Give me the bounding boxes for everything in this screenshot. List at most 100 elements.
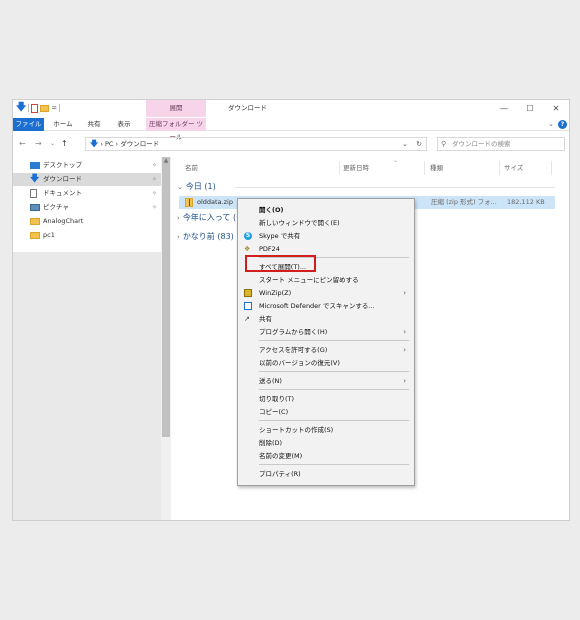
nav-item-documents[interactable]: ドキュメント ✧ [13, 187, 161, 200]
forward-arrow-icon[interactable]: → [35, 135, 42, 152]
group-header-today[interactable]: ⌄ 今日 (1) [177, 181, 216, 193]
recent-locations-icon[interactable]: ⌄ [50, 135, 55, 152]
refresh-icon[interactable]: ↻ [416, 138, 422, 150]
nav-item-desktop[interactable]: デスクトップ ✧ [13, 159, 161, 172]
ribbon-expand-icon[interactable]: ⌄ [548, 118, 554, 131]
column-header-size[interactable]: サイズ [504, 161, 523, 175]
submenu-arrow-icon: › [403, 289, 406, 297]
breadcrumb-pc[interactable]: PC [105, 140, 113, 148]
column-divider[interactable] [339, 161, 340, 175]
nav-item-pictures[interactable]: ピクチャ ✧ [13, 201, 161, 214]
context-tab-header: 展開 [146, 100, 206, 117]
column-divider[interactable] [424, 161, 425, 175]
menu-item-label: WinZip(Z) [259, 289, 292, 297]
tab-view[interactable]: 表示 [113, 118, 135, 131]
nav-scrollbar-thumb[interactable] [162, 157, 170, 437]
column-divider[interactable] [551, 161, 552, 175]
menu-item-cut[interactable]: 切り取り(T) [238, 393, 414, 405]
tab-share[interactable]: 共有 [84, 118, 104, 131]
file-type: 圧縮 (zip 形式) フォ... [431, 198, 497, 206]
title-bar: 🡇 = 展開 ダウンロード — ☐ ✕ [13, 100, 569, 117]
menu-item-pin-start[interactable]: スタート メニューにピン留めする [238, 274, 414, 286]
nav-scrollbar[interactable]: ▲ [161, 157, 171, 520]
document-icon [30, 189, 37, 198]
expand-chevron-icon: › [177, 233, 180, 241]
menu-item-share[interactable]: ↗ 共有 [238, 313, 414, 325]
submenu-arrow-icon: › [403, 377, 406, 385]
breadcrumb-downloads[interactable]: ダウンロード [120, 140, 159, 148]
menu-item-open[interactable]: 開く(O) [238, 204, 414, 216]
nav-pane-empty-area [13, 252, 161, 520]
pin-icon: ✧ [151, 204, 157, 211]
menu-item-give-access[interactable]: アクセスを許可する(G) › [238, 344, 414, 356]
back-arrow-icon[interactable]: ← [19, 135, 26, 152]
search-icon: ⚲ [441, 140, 447, 148]
column-divider[interactable] [499, 161, 500, 175]
menu-item-delete[interactable]: 削除(D) [238, 437, 414, 449]
menu-item-properties[interactable]: プロパティ(R) [238, 468, 414, 480]
group-label: 今日 (1) [185, 182, 216, 191]
pin-icon: ✧ [151, 162, 157, 169]
menu-item-label: Microsoft Defender でスキャンする... [259, 302, 375, 310]
search-placeholder: ダウンロードの検索 [452, 140, 511, 148]
menu-item-copy[interactable]: コピー(C) [238, 406, 414, 418]
minimize-button[interactable]: — [491, 100, 517, 117]
navigation-pane: デスクトップ ✧ 🡇 ダウンロード ✧ ドキュメント ✧ ピクチャ ✧ Anal… [13, 157, 171, 520]
menu-separator [259, 420, 409, 421]
menu-item-defender-scan[interactable]: Microsoft Defender でスキャンする... [238, 300, 414, 312]
zip-folder-icon [185, 198, 193, 207]
menu-item-rename[interactable]: 名前の変更(M) [238, 450, 414, 462]
nav-item-analogchart[interactable]: AnalogChart [13, 215, 161, 228]
close-button[interactable]: ✕ [543, 100, 569, 117]
group-header-long-ago[interactable]: › かなり前 (83) [177, 231, 234, 243]
menu-item-send-to[interactable]: 送る(N) › [238, 375, 414, 387]
download-folder-icon: 🡇 [90, 139, 99, 148]
winzip-icon [244, 289, 252, 297]
sort-caret-icon: ⌄ [393, 157, 399, 164]
menu-item-skype-share[interactable]: S Skype で共有 [238, 230, 414, 242]
nav-item-label: pc1 [43, 231, 55, 239]
column-header-type[interactable]: 種類 [430, 161, 443, 175]
tab-home[interactable]: ホーム [51, 118, 75, 131]
download-arrow-icon: 🡇 [16, 102, 27, 113]
group-header-this-year[interactable]: › 今年に入って ( [177, 212, 236, 224]
column-header-modified[interactable]: 更新日時 [343, 161, 369, 175]
defender-icon [244, 302, 252, 310]
menu-item-pdf24[interactable]: ❖ PDF24 [238, 243, 414, 255]
new-folder-icon[interactable] [40, 104, 50, 112]
window-title: ダウンロード [228, 104, 267, 112]
scroll-up-icon[interactable]: ▲ [162, 157, 170, 164]
maximize-button[interactable]: ☐ [517, 100, 543, 117]
address-bar[interactable]: 🡇 › PC › ダウンロード ⌄ ↻ [85, 137, 427, 151]
nav-item-pc1[interactable]: pc1 [13, 229, 161, 242]
nav-item-label: ダウンロード [43, 175, 82, 183]
download-icon: 🡇 [30, 174, 40, 184]
tab-compressed-folder-tools[interactable]: 圧縮フォルダー ツール [146, 118, 206, 141]
share-icon: ↗ [244, 315, 250, 323]
tab-file[interactable]: ファイル [13, 118, 44, 131]
up-arrow-icon[interactable]: ↑ [61, 135, 68, 152]
extract-all-highlight-box [245, 255, 316, 272]
menu-separator [259, 464, 409, 465]
menu-item-open-with[interactable]: プログラムから開く(H) › [238, 326, 414, 338]
desktop-icon [30, 162, 40, 169]
menu-item-winzip[interactable]: WinZip(Z) › [238, 287, 414, 299]
search-input[interactable]: ⚲ ダウンロードの検索 [437, 137, 565, 151]
submenu-arrow-icon: › [403, 346, 406, 354]
breadcrumb-sep: › [100, 140, 103, 148]
menu-item-create-shortcut[interactable]: ショートカットの作成(S) [238, 424, 414, 436]
menu-item-restore-previous[interactable]: 以前のバージョンの復元(V) [238, 357, 414, 369]
menu-separator [259, 389, 409, 390]
ribbon-tabs: ファイル ホーム 共有 表示 圧縮フォルダー ツール ⌄ ? [13, 118, 569, 141]
menu-item-label: アクセスを許可する(G) [259, 346, 328, 354]
help-icon[interactable]: ? [558, 120, 567, 129]
properties-icon[interactable] [31, 103, 39, 113]
column-header-name[interactable]: 名前 [185, 161, 198, 175]
address-dropdown-icon[interactable]: ⌄ [402, 138, 408, 150]
customize-toolbar-icon[interactable]: = [51, 104, 57, 112]
pdf24-icon: ❖ [244, 245, 251, 253]
nav-item-downloads[interactable]: 🡇 ダウンロード ✧ [13, 173, 161, 186]
menu-item-open-new-window[interactable]: 新しいウィンドウで開く(E) [238, 217, 414, 229]
menu-item-label: Skype で共有 [259, 232, 301, 240]
group-label: かなり前 (83) [182, 232, 234, 241]
